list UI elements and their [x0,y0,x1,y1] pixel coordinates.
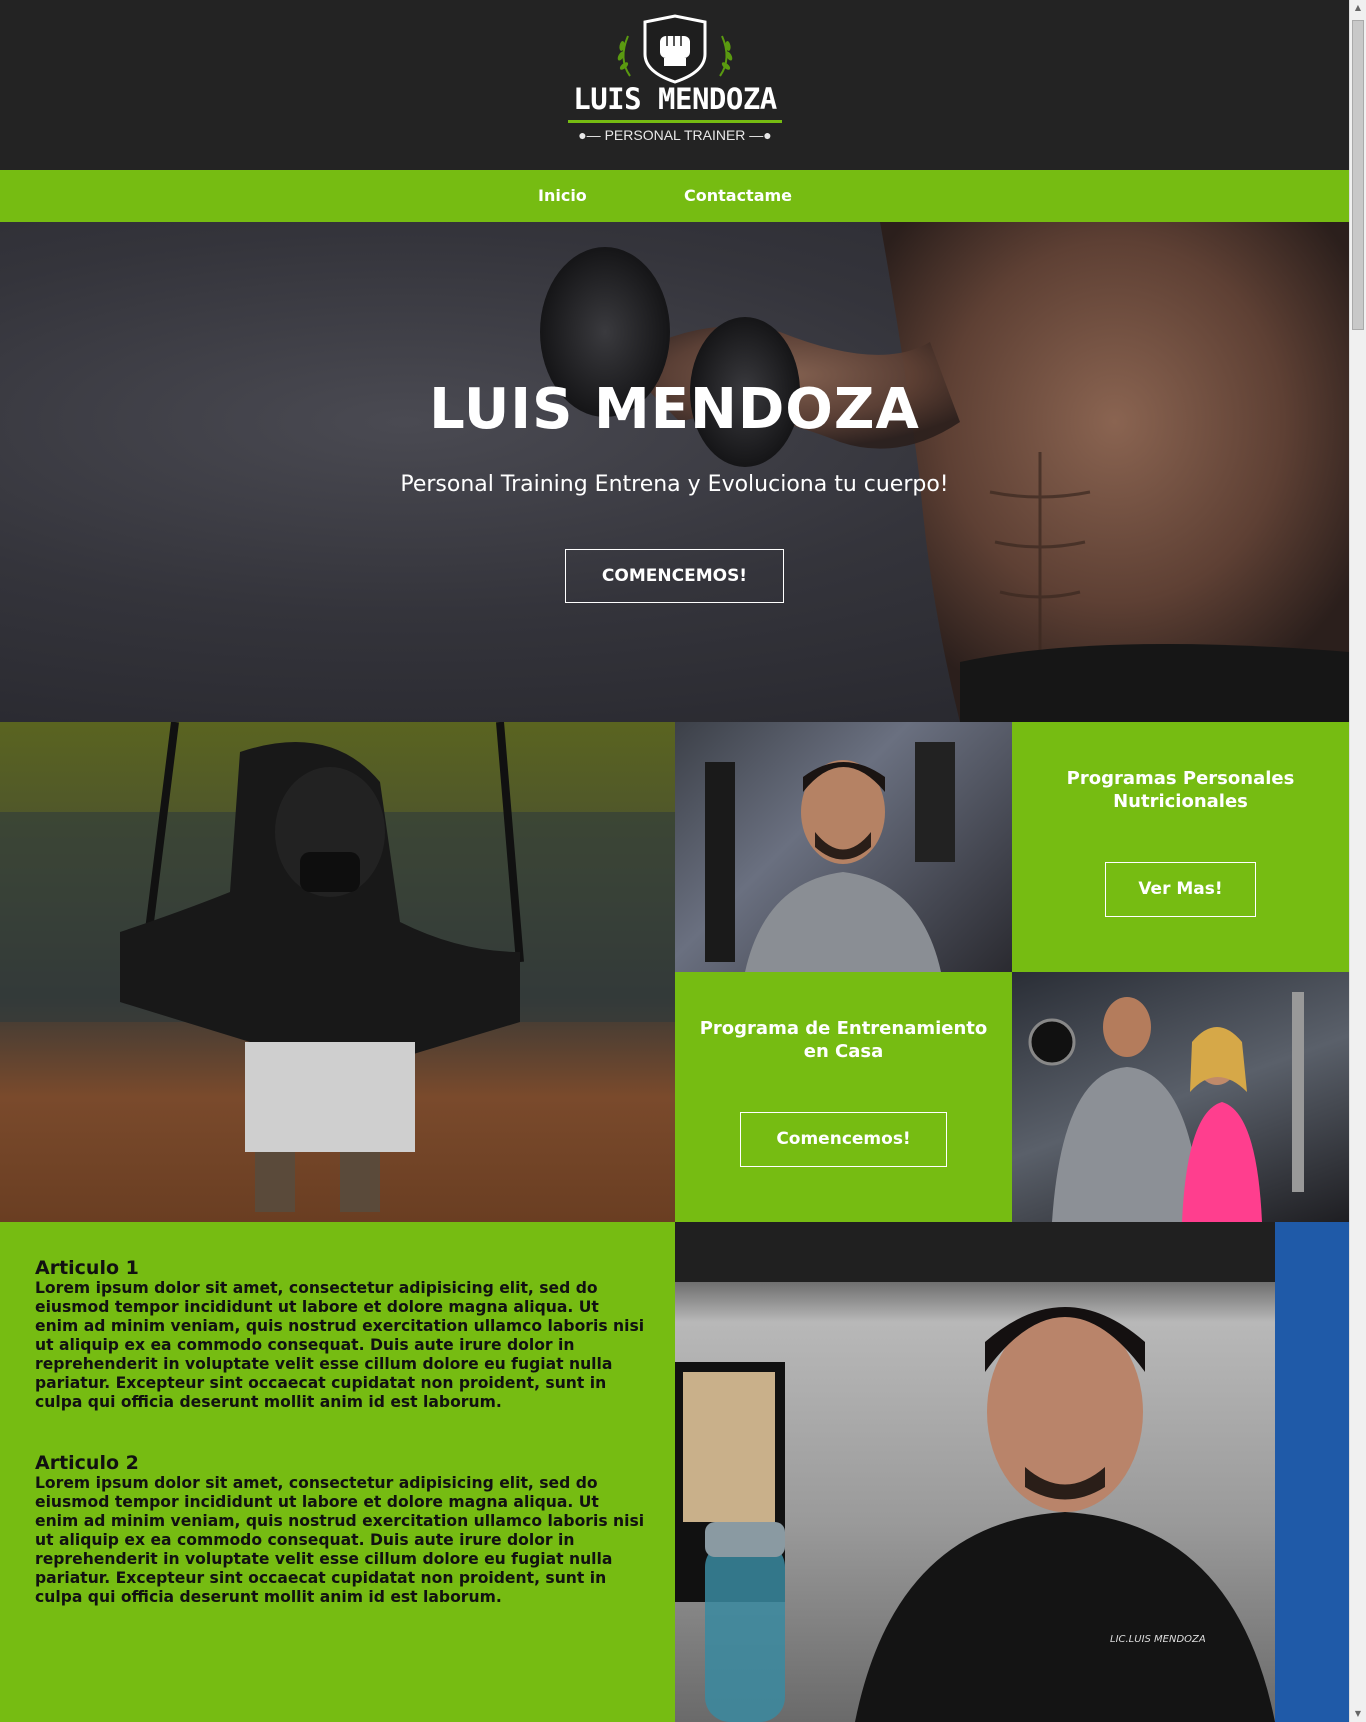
hero-subtitle: Personal Training Entrena y Evoluciona t… [400,472,949,497]
article-1-body: Lorem ipsum dolor sit amet, consectetur … [35,1279,645,1411]
nav-contactame[interactable]: Contactame [684,170,792,222]
trainer-couple-photo [1012,972,1349,1222]
hero-cta-button[interactable]: COMENCEMOS! [565,549,784,603]
dumbbell-icon: —● [749,127,772,143]
logo-subtitle-text: PERSONAL TRAINER [604,127,746,143]
trainer-portrait-image [705,742,955,972]
logo-divider [568,120,782,123]
trainer-portrait-photo [675,722,1012,972]
fist-shield-icon [617,14,733,84]
nav-inicio[interactable]: Inicio [538,170,587,222]
trx-figure-image [0,722,675,1212]
site-logo[interactable]: LUIS MENDOZA ●— PERSONAL TRAINER —● [560,14,790,144]
hero-banner: LUIS MENDOZA Personal Training Entrena y… [0,222,1349,722]
trainer-couple-image [1028,992,1304,1222]
article-1-title: Articulo 1 [35,1257,139,1279]
ver-mas-button[interactable]: Ver Mas! [1105,862,1256,917]
main-nav: Inicio Contactame [0,170,1349,222]
scroll-down-icon[interactable]: ▼ [1350,1706,1366,1722]
home-training-tile: Programa de Entrenamiento en Casa Comenc… [675,972,1012,1222]
trainer-selfie-image: LIC.LUIS MENDOZA [675,1222,1349,1722]
article-2-body: Lorem ipsum dolor sit amet, consectetur … [35,1474,645,1606]
comencemos-button[interactable]: Comencemos! [740,1112,947,1167]
scrollbar-thumb[interactable] [1352,20,1364,330]
logo-subtitle: ●— PERSONAL TRAINER —● [560,127,790,143]
home-training-title: Programa de Entrenamiento en Casa [699,1018,988,1062]
dumbbell-icon: ●— [578,127,601,143]
shirt-caption: LIC.LUIS MENDOZA [1110,1634,1206,1645]
logo-title: LUIS MENDOZA [573,82,777,116]
page-scrollbar[interactable]: ▲ ▼ [1349,0,1366,1722]
nutrition-programs-tile: Programas Personales Nutricionales Ver M… [1012,722,1349,972]
trainer-selfie-photo: LIC.LUIS MENDOZA [675,1222,1349,1722]
article-2-title: Articulo 2 [35,1452,139,1474]
scroll-up-icon[interactable]: ▲ [1350,0,1366,16]
articles-section: Articulo 1 Lorem ipsum dolor sit amet, c… [0,1222,675,1722]
hero-title: LUIS MENDOZA [429,377,920,442]
nutrition-programs-title: Programas Personales Nutricionales [1066,768,1295,812]
site-header: LUIS MENDOZA ●— PERSONAL TRAINER —● [0,0,1349,170]
trx-training-photo [0,722,675,1222]
